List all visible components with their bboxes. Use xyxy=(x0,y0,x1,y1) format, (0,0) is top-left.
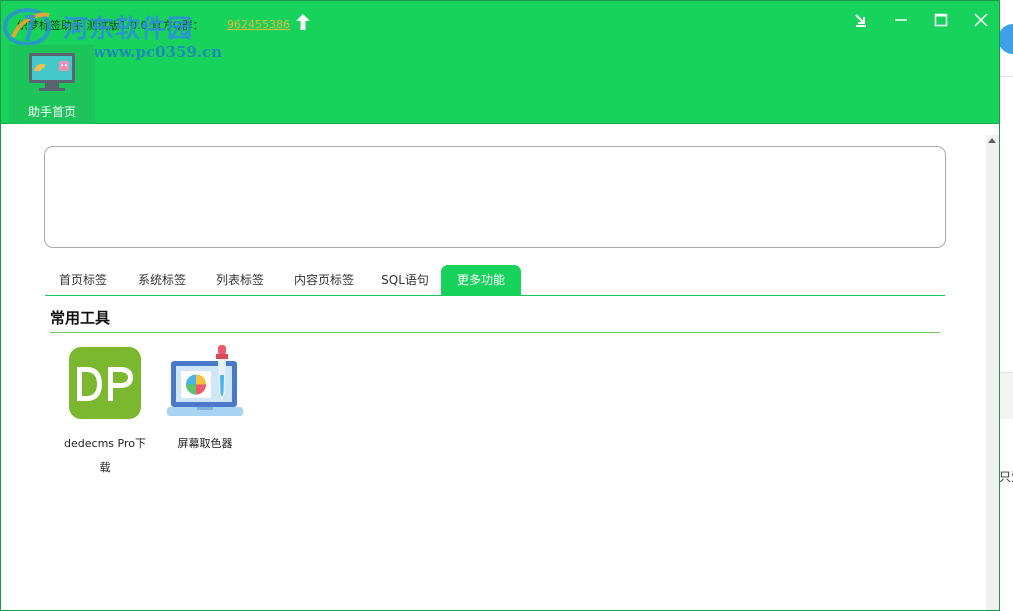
tab-more-functions[interactable]: 更多功能 xyxy=(441,265,521,296)
scroll-up-arrow-icon[interactable] xyxy=(988,138,996,143)
qq-group-link[interactable]: 962455386 xyxy=(227,18,290,31)
tool-label: dedecms Pro下载 xyxy=(64,437,146,474)
watermark-site-name: 河东软件园 xyxy=(63,14,194,43)
close-icon[interactable] xyxy=(967,7,995,33)
section-title: 常用工具 xyxy=(50,309,111,327)
tab-bar: 首页标签 系统标签 列表标签 内容页标签 SQL语句 更多功能 xyxy=(45,263,945,296)
restore-down-icon[interactable] xyxy=(847,7,875,33)
tool-dedecms-pro-download[interactable]: dedecms Pro下载 xyxy=(63,345,147,480)
tab-content-page-tags[interactable]: 内容页标签 xyxy=(281,265,367,296)
tab-sql-statements[interactable]: SQL语句 xyxy=(371,265,439,296)
minimize-icon[interactable] xyxy=(887,7,915,33)
background-panel xyxy=(1000,373,1013,419)
app-window: 织梦标签助手 测试版1.0.0 官方Q群： 962455386 河东软件园 ww… xyxy=(0,0,1000,611)
monitor-home-icon xyxy=(29,53,75,91)
maximize-icon[interactable] xyxy=(927,7,955,33)
title-bar[interactable]: 织梦标签助手 测试版1.0.0 官方Q群： 962455386 河东软件园 ww… xyxy=(1,1,999,61)
nav-item-home[interactable]: 助手首页 xyxy=(9,45,95,124)
tab-system-tags[interactable]: 系统标签 xyxy=(125,265,199,296)
tool-label: 屏幕取色器 xyxy=(177,437,233,450)
color-picker-icon xyxy=(167,345,243,416)
watermark-url: www.pc0359.cn xyxy=(93,43,223,61)
nav-item-home-label: 助手首页 xyxy=(27,105,76,119)
tab-list-tags[interactable]: 列表标签 xyxy=(203,265,277,296)
background-text-fragment: 只爱 xyxy=(1000,470,1013,484)
background-window: 只爱 xyxy=(1000,0,1013,611)
dp-logo-icon xyxy=(69,347,141,419)
background-divider xyxy=(1000,76,1013,77)
main-content: 首页标签 系统标签 列表标签 内容页标签 SQL语句 更多功能 常用工具 ded… xyxy=(1,125,999,610)
code-output-textarea[interactable] xyxy=(44,146,946,248)
upload-arrow-icon[interactable] xyxy=(295,13,311,31)
tab-homepage-tags[interactable]: 首页标签 xyxy=(45,265,121,296)
section-divider xyxy=(50,332,940,333)
app-header: 织梦标签助手 测试版1.0.0 官方Q群： 962455386 河东软件园 ww… xyxy=(1,1,999,124)
tool-screen-color-picker[interactable]: 屏幕取色器 xyxy=(163,345,247,456)
vertical-scrollbar[interactable] xyxy=(986,135,999,610)
background-avatar xyxy=(1000,24,1013,54)
